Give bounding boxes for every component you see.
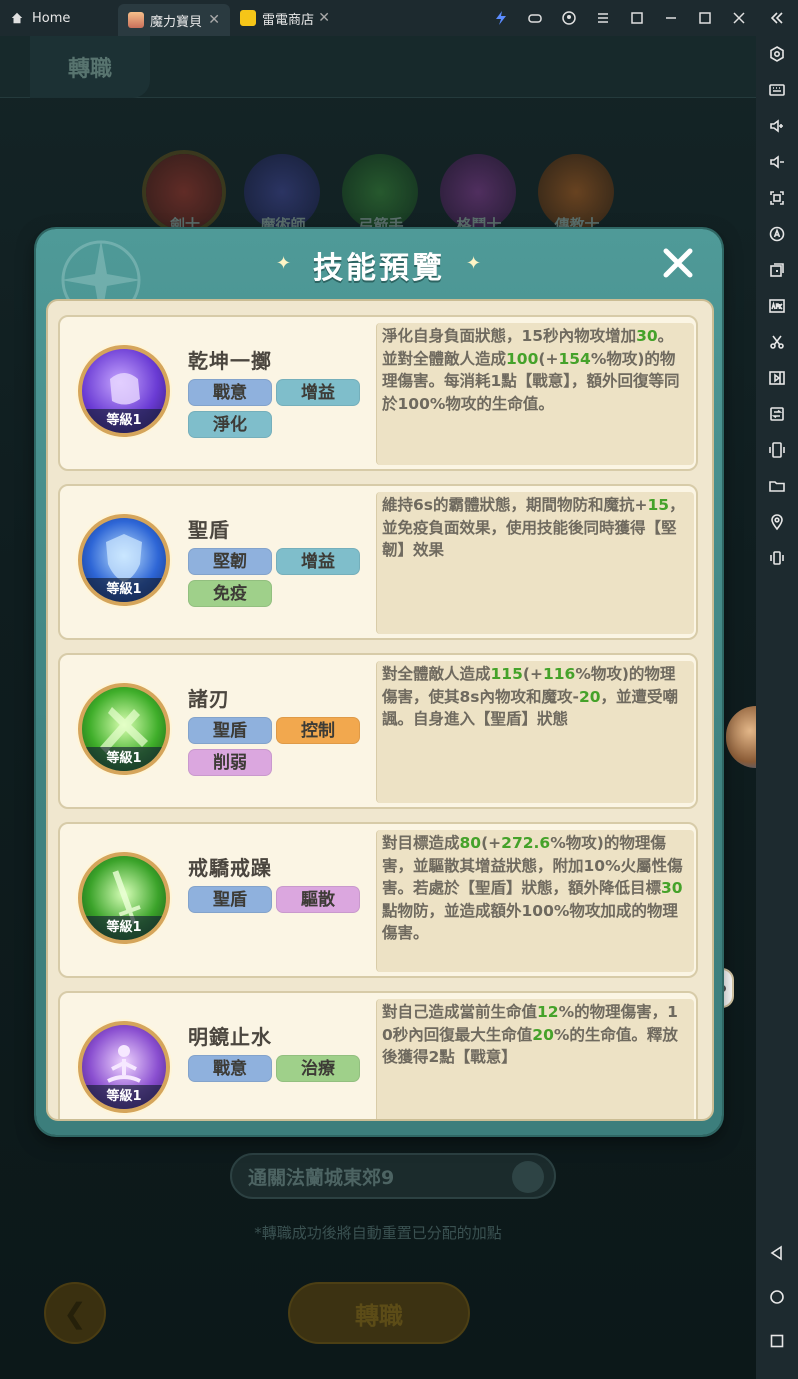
location-icon[interactable] — [756, 504, 798, 540]
skill-description: 對目標造成80(+272.6%物攻)的物理傷害，並驅散其增益狀態，附加10%火屬… — [382, 834, 683, 942]
skill-name: 聖盾 — [188, 518, 230, 542]
skill-card[interactable]: 等級1 乾坤一擲 戰意 增益 淨化 淨化自身負面狀態，15秒內物攻增加30。並對… — [58, 315, 698, 471]
skill-icon-shield: 等級1 — [78, 514, 170, 606]
minimize-icon[interactable] — [654, 0, 688, 36]
tab-store-label: 雷電商店 — [262, 12, 315, 28]
popout-icon[interactable] — [620, 0, 654, 36]
skill-level: 等級1 — [82, 578, 166, 602]
reset-note: *轉職成功後將自動重置已分配的加點 — [254, 1224, 502, 1242]
skill-tag: 增益 — [276, 548, 360, 575]
skill-description: 對全體敵人造成115(+116%物攻)的物理傷害，使其8s內物攻和魔攻-20，並… — [382, 665, 679, 728]
job-change-button[interactable]: 轉職 — [288, 1282, 470, 1344]
screenshot-icon[interactable] — [756, 180, 798, 216]
game-app-icon — [128, 12, 144, 28]
boost-icon[interactable] — [484, 0, 518, 36]
apk-icon[interactable] — [756, 288, 798, 324]
record-icon[interactable] — [756, 360, 798, 396]
skill-tag: 聖盾 — [188, 886, 272, 913]
skill-card[interactable]: 等級1 諸刃 聖盾 控制 削弱 對全體敵人造成115(+116%物攻)的物理傷害… — [58, 653, 698, 809]
skill-tag: 堅韌 — [188, 548, 272, 575]
folder-icon[interactable] — [756, 468, 798, 504]
skill-tag: 治療 — [276, 1055, 360, 1082]
tab-store[interactable]: 雷電商店 ✕ — [230, 0, 340, 36]
home-icon — [11, 12, 23, 24]
shake-icon[interactable] — [756, 432, 798, 468]
skill-tag: 淨化 — [188, 411, 272, 438]
skill-name: 諸刃 — [188, 687, 230, 711]
skill-card[interactable]: 等級1 明鏡止水 戰意 治療 對自己造成當前生命值12%的物理傷害，10秒內回復… — [58, 991, 698, 1119]
dialog-title: 技能預覽 — [313, 251, 445, 286]
collapse-sidebar-icon[interactable] — [756, 0, 798, 36]
settings-icon[interactable] — [756, 36, 798, 72]
keyboard-icon[interactable] — [756, 72, 798, 108]
skill-card[interactable]: 等級1 戒驕戒躁 聖盾 驅散 對目標造成80(+272.6%物攻)的物理傷害，並… — [58, 822, 698, 978]
back-arrow-icon: ❮ — [63, 1296, 87, 1330]
close-button[interactable] — [658, 243, 698, 283]
rotate-icon[interactable] — [756, 540, 798, 576]
skill-level: 等級1 — [82, 1085, 166, 1109]
volume-down-icon[interactable] — [756, 144, 798, 180]
tab-game-label: 魔力寶貝 — [150, 14, 203, 30]
npc-avatar[interactable] — [726, 706, 756, 768]
maximize-icon[interactable] — [688, 0, 722, 36]
tab-game[interactable]: 魔力寶貝 ✕ — [118, 4, 230, 36]
skill-tag: 控制 — [276, 717, 360, 744]
back-button[interactable]: ❮ — [44, 1282, 106, 1344]
requirement-text: 通關法蘭城東郊9 — [248, 1166, 395, 1189]
home-icon[interactable] — [756, 1279, 798, 1315]
emulator-top-bar: Home 魔力寶貝 ✕ 雷電商店 ✕ — [0, 0, 756, 36]
skill-tag: 驅散 — [276, 886, 360, 913]
close-tab-icon[interactable]: ✕ — [208, 12, 220, 28]
skill-preview-dialog: ✦ 技能預覽 ✦ 等級1 乾坤一擲 戰意 增益 淨化 淨化自身負面狀態，15秒內… — [36, 229, 722, 1135]
multi-instance-icon[interactable] — [756, 252, 798, 288]
close-tab-icon[interactable]: ✕ — [318, 10, 330, 26]
page-title: 轉職 — [30, 36, 150, 98]
auto-icon[interactable] — [756, 216, 798, 252]
volume-up-icon[interactable] — [756, 108, 798, 144]
store-app-icon — [240, 10, 256, 26]
close-window-icon[interactable] — [722, 0, 756, 36]
sparkle-icon: ✦ — [466, 253, 482, 274]
skill-tag: 聖盾 — [188, 717, 272, 744]
gamepad-icon[interactable] — [518, 0, 552, 36]
skill-description: 淨化自身負面狀態，15秒內物攻增加30。並對全體敵人造成100(+154%物攻)… — [382, 327, 680, 413]
skill-level: 等級1 — [82, 747, 166, 771]
check-icon — [512, 1161, 544, 1193]
skill-tag: 戰意 — [188, 379, 272, 406]
skill-tag: 削弱 — [188, 749, 272, 776]
skill-card[interactable]: 等級1 聖盾 堅韌 增益 免疫 維持6s的霸體狀態，期間物防和魔抗+15，並免疫… — [58, 484, 698, 640]
skill-icon-sword: 等級1 — [78, 852, 170, 944]
skill-tag: 戰意 — [188, 1055, 272, 1082]
account-icon[interactable] — [552, 0, 586, 36]
recents-icon[interactable] — [756, 1323, 798, 1359]
emulator-sidebar — [756, 0, 798, 1379]
skill-icon-blades: 等級1 — [78, 683, 170, 775]
tab-home-label: Home — [32, 10, 71, 26]
scissors-icon[interactable] — [756, 324, 798, 360]
android-nav — [756, 1235, 798, 1359]
skill-name: 明鏡止水 — [188, 1025, 272, 1049]
skill-icon-meditation: 等級1 — [78, 1021, 170, 1113]
skill-name: 戒驕戒躁 — [188, 856, 272, 880]
tab-home[interactable]: Home — [0, 0, 118, 36]
requirement-pill: 通關法蘭城東郊9 — [230, 1153, 556, 1199]
skill-name: 乾坤一擲 — [188, 349, 272, 373]
skill-tag: 增益 — [276, 379, 360, 406]
close-icon — [663, 248, 693, 278]
skill-tag: 免疫 — [188, 580, 272, 607]
skill-description: 維持6s的霸體狀態，期間物防和魔抗+15，並免疫負面效果，使用技能後同時獲得【堅… — [382, 496, 685, 559]
skill-icon-fist: 等級1 — [78, 345, 170, 437]
back-icon[interactable] — [756, 1235, 798, 1271]
sync-icon[interactable] — [756, 396, 798, 432]
skill-list[interactable]: 等級1 乾坤一擲 戰意 增益 淨化 淨化自身負面狀態，15秒內物攻增加30。並對… — [46, 299, 714, 1121]
skill-description: 對自己造成當前生命值12%的物理傷害，10秒內回復最大生命值20%的生命值。釋放… — [382, 1003, 678, 1066]
skill-level: 等級1 — [82, 916, 166, 940]
menu-icon[interactable] — [586, 0, 620, 36]
skill-level: 等級1 — [82, 409, 166, 433]
